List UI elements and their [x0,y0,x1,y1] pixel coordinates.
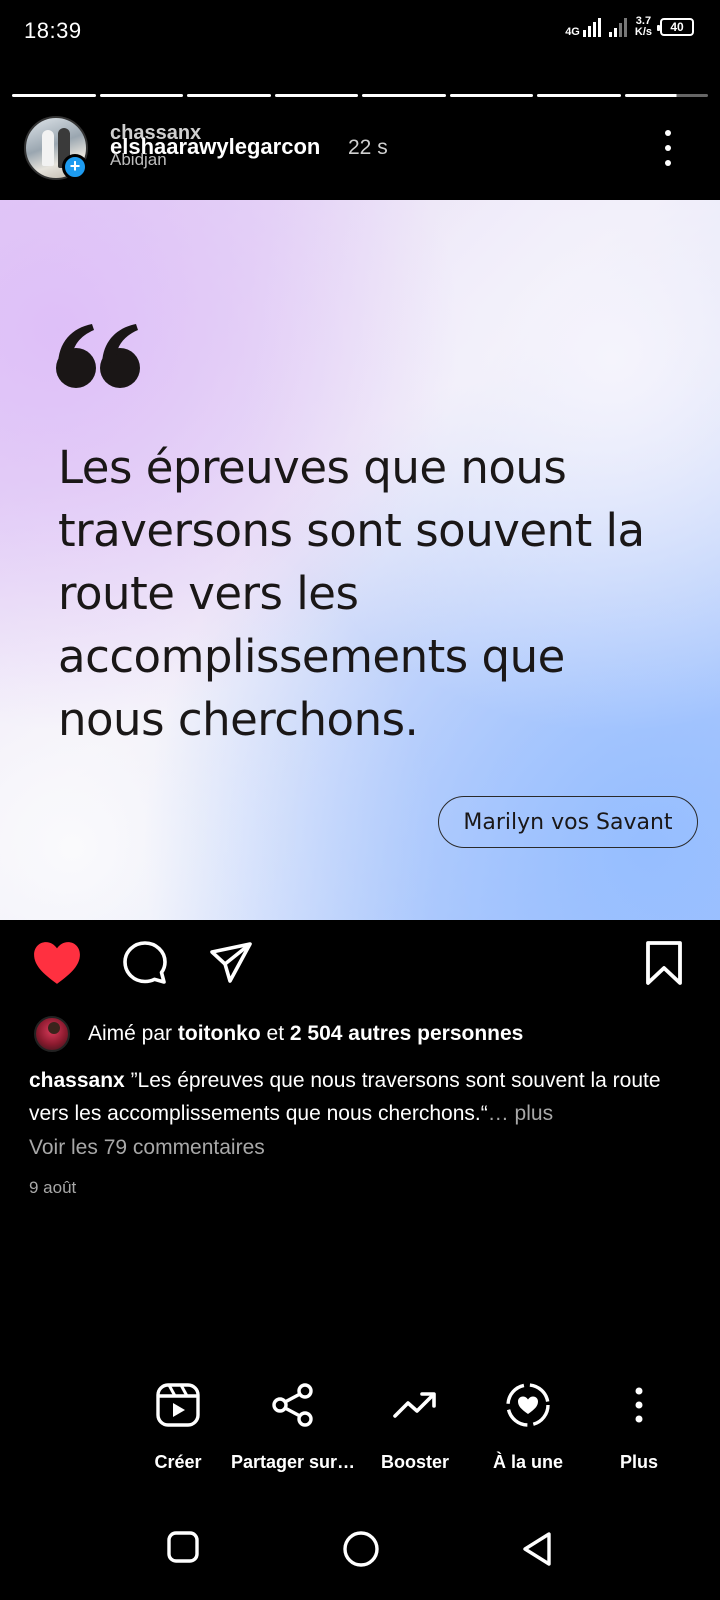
story-segment [274,94,358,97]
more-options-icon[interactable] [664,130,672,166]
story-segment [99,94,183,97]
time-ago: 22 s [348,136,388,159]
author-pill: Marilyn vos Savant [438,796,698,848]
save-button[interactable] [644,940,684,986]
system-nav-bar [0,1530,720,1570]
tool-label: Plus [619,1452,658,1472]
story-segment [362,94,446,97]
story-progress [12,94,708,97]
caption[interactable]: chassanx ”Les épreuves que nous traverso… [29,1064,699,1130]
location[interactable]: Abidjan [110,150,167,170]
network-indicator: 4G [565,17,601,38]
more-vertical-icon [635,1387,643,1423]
speed-unit: K/s [634,26,652,38]
likes-text[interactable]: Aimé par toitonko et 2 504 autres person… [88,1022,523,1046]
story-segment-current [624,94,708,97]
quote-card[interactable]: Les épreuves que nous traversons sont so… [0,200,720,920]
quote-text: Les épreuves que nous traversons sont so… [58,441,645,746]
likes-user[interactable]: toitonko [178,1022,261,1045]
highlight-heart-icon [506,1383,550,1427]
likes-row[interactable]: Aimé par toitonko et 2 504 autres person… [34,1016,523,1052]
home-icon[interactable] [342,1530,380,1568]
share-button[interactable] [208,940,254,986]
story-segment [12,94,96,97]
post-header: + chassanx elshaarawylegarcon Abidjan 22… [0,112,720,192]
likes-prefix: Aimé par [88,1022,173,1045]
story-segment [187,94,271,97]
likes-count[interactable]: 2 504 autres personnes [290,1022,523,1045]
signal-icon [582,17,601,37]
caption-username[interactable]: chassanx [29,1069,125,1092]
action-bar [0,940,720,990]
view-comments-link[interactable]: Voir les 79 commentaires [29,1136,265,1160]
recents-icon[interactable] [166,1530,200,1564]
comment-button[interactable] [122,940,168,986]
like-button[interactable] [32,940,82,986]
status-time: 18:39 [24,18,82,43]
status-icons: 4G 3.7 K/s 40 [565,16,694,38]
reels-icon [156,1383,200,1427]
trending-up-icon [393,1392,436,1418]
status-bar: 18:39 4G 3.7 K/s 40 [0,0,720,64]
likes-middle: et [266,1022,285,1045]
back-icon[interactable] [520,1530,554,1568]
tool-label: Partager sur… [230,1452,356,1472]
post-date: 9 août [29,1178,77,1197]
add-story-badge[interactable]: + [62,154,88,180]
battery-icon: 40 [657,18,694,36]
tool-share-to[interactable]: Partager sur… [223,1380,363,1473]
quote-mark-icon [56,324,140,388]
caption-more-link[interactable]: … plus [488,1102,553,1125]
network-speed: 3.7 K/s [635,16,652,38]
story-tools: Créer Partager sur… Booster À la une Plu… [0,1380,720,1490]
liker-avatar [34,1016,70,1052]
share-nodes-icon [272,1383,313,1427]
story-segment [449,94,533,97]
signal-icon-2 [608,17,627,37]
story-segment [537,94,621,97]
tool-more[interactable]: Plus [569,1380,709,1473]
network-type: 4G [565,26,580,38]
